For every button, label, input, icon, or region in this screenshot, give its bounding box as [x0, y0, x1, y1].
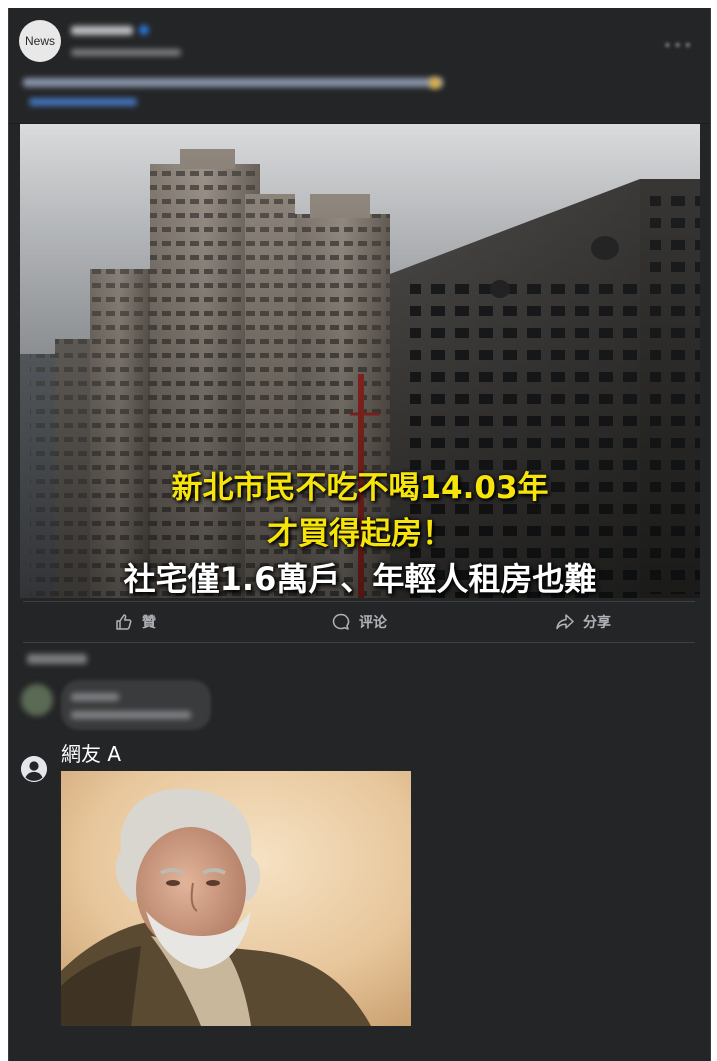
comment-bubble-blurred — [61, 680, 211, 730]
page-name-blurred[interactable] — [71, 26, 133, 35]
post-emoji-blurred — [429, 77, 441, 89]
like-label: 贊 — [142, 615, 156, 631]
user-avatar-icon[interactable] — [21, 756, 47, 782]
old-man-portrait-image — [61, 771, 411, 1026]
image-caption-line2: 才買得起房！ — [267, 516, 453, 552]
page-avatar[interactable]: News — [19, 20, 61, 62]
person-silhouette-icon — [21, 756, 47, 782]
comment-sort-blurred[interactable] — [27, 654, 87, 664]
comment-button[interactable]: 评论 — [247, 612, 471, 632]
comment-username[interactable]: 網友 A — [61, 738, 121, 767]
more-horizontal-icon[interactable]: ••• — [663, 38, 694, 54]
comment-bubble-icon — [332, 613, 350, 630]
post-action-bar: 贊 评论 分享 — [23, 601, 695, 643]
image-caption-line1: 新北市民不吃不喝14.03年 — [171, 470, 549, 506]
post-link-blurred[interactable] — [29, 98, 137, 106]
image-caption-line3: 社宅僅1.6萬戶、年輕人租房也難 — [123, 560, 597, 598]
share-arrow-icon — [556, 614, 574, 630]
comment-label: 评论 — [359, 615, 387, 631]
facebook-post-card: News ••• 新北市民不吃不喝14.03年 才買得起房！ 社宅僅1.6萬戶、… — [8, 8, 711, 1061]
like-button[interactable]: 贊 — [23, 612, 247, 632]
post-timestamp-blurred[interactable] — [71, 49, 181, 56]
post-image[interactable]: 新北市民不吃不喝14.03年 才買得起房！ 社宅僅1.6萬戶、年輕人租房也難 — [20, 124, 700, 598]
comment-reply-photo[interactable] — [61, 771, 411, 1026]
post-header: News ••• — [9, 8, 710, 124]
commenter-name-blurred — [71, 693, 119, 701]
verified-badge-icon — [139, 25, 149, 35]
commenter-avatar-blurred[interactable] — [21, 684, 53, 716]
thumbs-up-icon — [116, 614, 132, 630]
share-button[interactable]: 分享 — [471, 612, 695, 632]
post-text-blurred — [23, 78, 443, 87]
comment-text-blurred — [71, 711, 191, 719]
share-label: 分享 — [583, 615, 611, 631]
